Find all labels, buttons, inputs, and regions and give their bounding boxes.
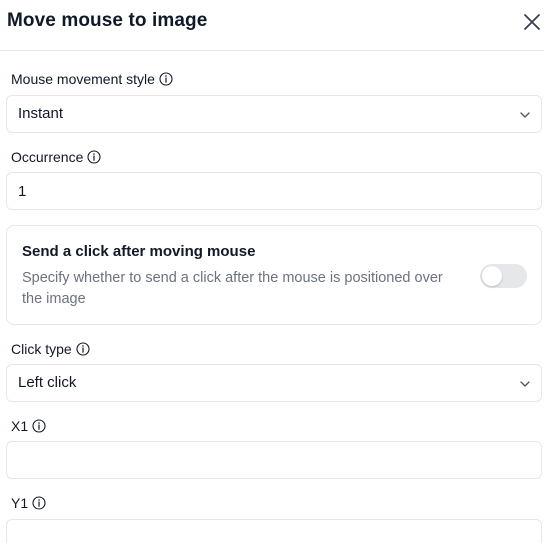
click-type-value: Left click	[18, 374, 77, 391]
send-click-title: Send a click after moving mouse	[22, 243, 256, 260]
x1-input[interactable]	[6, 441, 542, 479]
click-type-label-row: Click type	[11, 341, 90, 357]
y1-label-row: Y1	[11, 495, 46, 511]
info-icon[interactable]	[32, 496, 46, 510]
send-click-toggle[interactable]	[480, 264, 527, 288]
close-icon	[524, 14, 540, 30]
chevron-down-icon	[520, 381, 530, 387]
toggle-knob	[482, 266, 502, 286]
panel-title: Move mouse to image	[7, 10, 208, 31]
x1-label: X1	[11, 418, 29, 434]
chevron-down-icon	[520, 112, 530, 118]
info-icon[interactable]	[32, 419, 46, 433]
send-click-description: Specify whether to send a click after th…	[22, 270, 443, 307]
occurrence-label-row: Occurrence	[11, 149, 101, 165]
send-click-card: Send a click after moving mouse Specify …	[6, 225, 542, 325]
occurrence-input[interactable]	[6, 172, 542, 210]
info-icon[interactable]	[159, 72, 173, 86]
click-type-select[interactable]: Left click	[6, 364, 542, 402]
move-mouse-to-image-panel: Move mouse to image Mouse movement style…	[0, 0, 544, 543]
mouse-movement-style-label-row: Mouse movement style	[11, 71, 173, 87]
y1-input[interactable]	[6, 519, 542, 543]
close-button[interactable]	[521, 11, 543, 33]
info-icon[interactable]	[76, 342, 90, 356]
panel-header: Move mouse to image	[0, 0, 544, 51]
x1-label-row: X1	[11, 418, 46, 434]
mouse-movement-style-value: Instant	[18, 105, 64, 122]
occurrence-label: Occurrence	[11, 149, 84, 165]
mouse-movement-style-label: Mouse movement style	[11, 71, 155, 87]
click-type-label: Click type	[11, 341, 72, 357]
info-icon[interactable]	[87, 150, 101, 164]
y1-label: Y1	[11, 495, 29, 511]
mouse-movement-style-select[interactable]: Instant	[6, 95, 542, 133]
